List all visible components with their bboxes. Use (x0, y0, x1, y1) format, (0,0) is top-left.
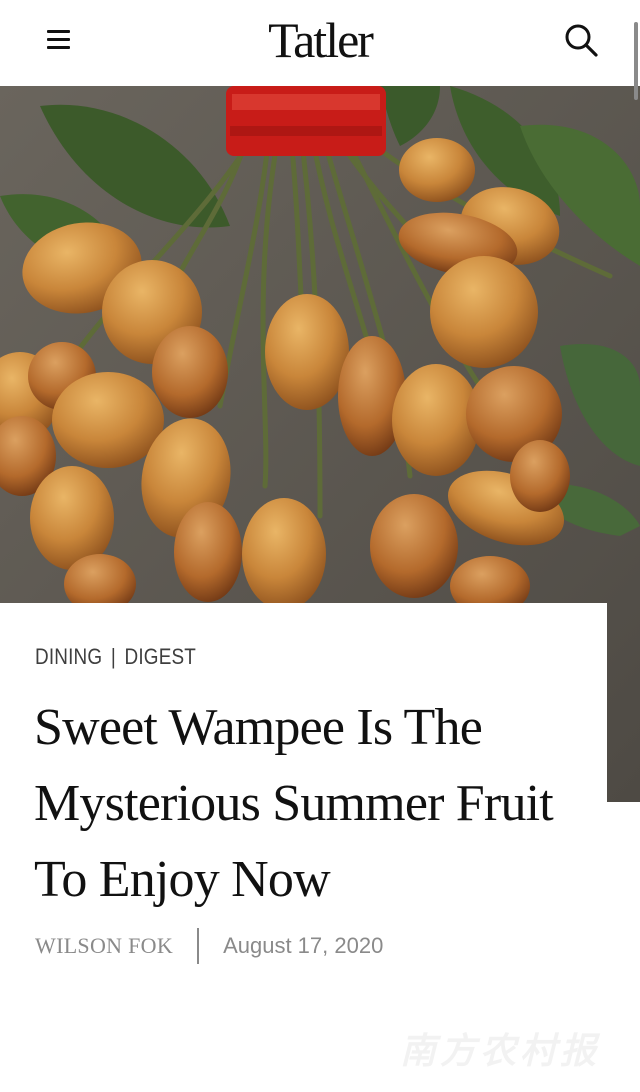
scrollbar[interactable] (632, 0, 640, 1092)
article-byline: WILSON FOK August 17, 2020 (35, 928, 383, 964)
category-separator: | (110, 644, 116, 669)
search-icon[interactable] (562, 22, 600, 60)
author-link[interactable]: WILSON FOK (35, 933, 173, 959)
watermark: 南方农村报 (400, 1030, 601, 1072)
byline-divider (197, 928, 200, 964)
category-link-digest[interactable]: DIGEST (125, 644, 196, 669)
site-logo[interactable]: Tatler (0, 8, 640, 72)
article-title: Sweet Wampee Is The Mysterious Summer Fr… (34, 699, 554, 908)
article-categories: DINING | DIGEST (35, 644, 196, 670)
category-link-dining[interactable]: DINING (35, 644, 102, 669)
scrollbar-thumb[interactable] (634, 22, 638, 100)
publish-date: August 17, 2020 (223, 933, 384, 958)
site-header: Tatler (0, 0, 640, 86)
